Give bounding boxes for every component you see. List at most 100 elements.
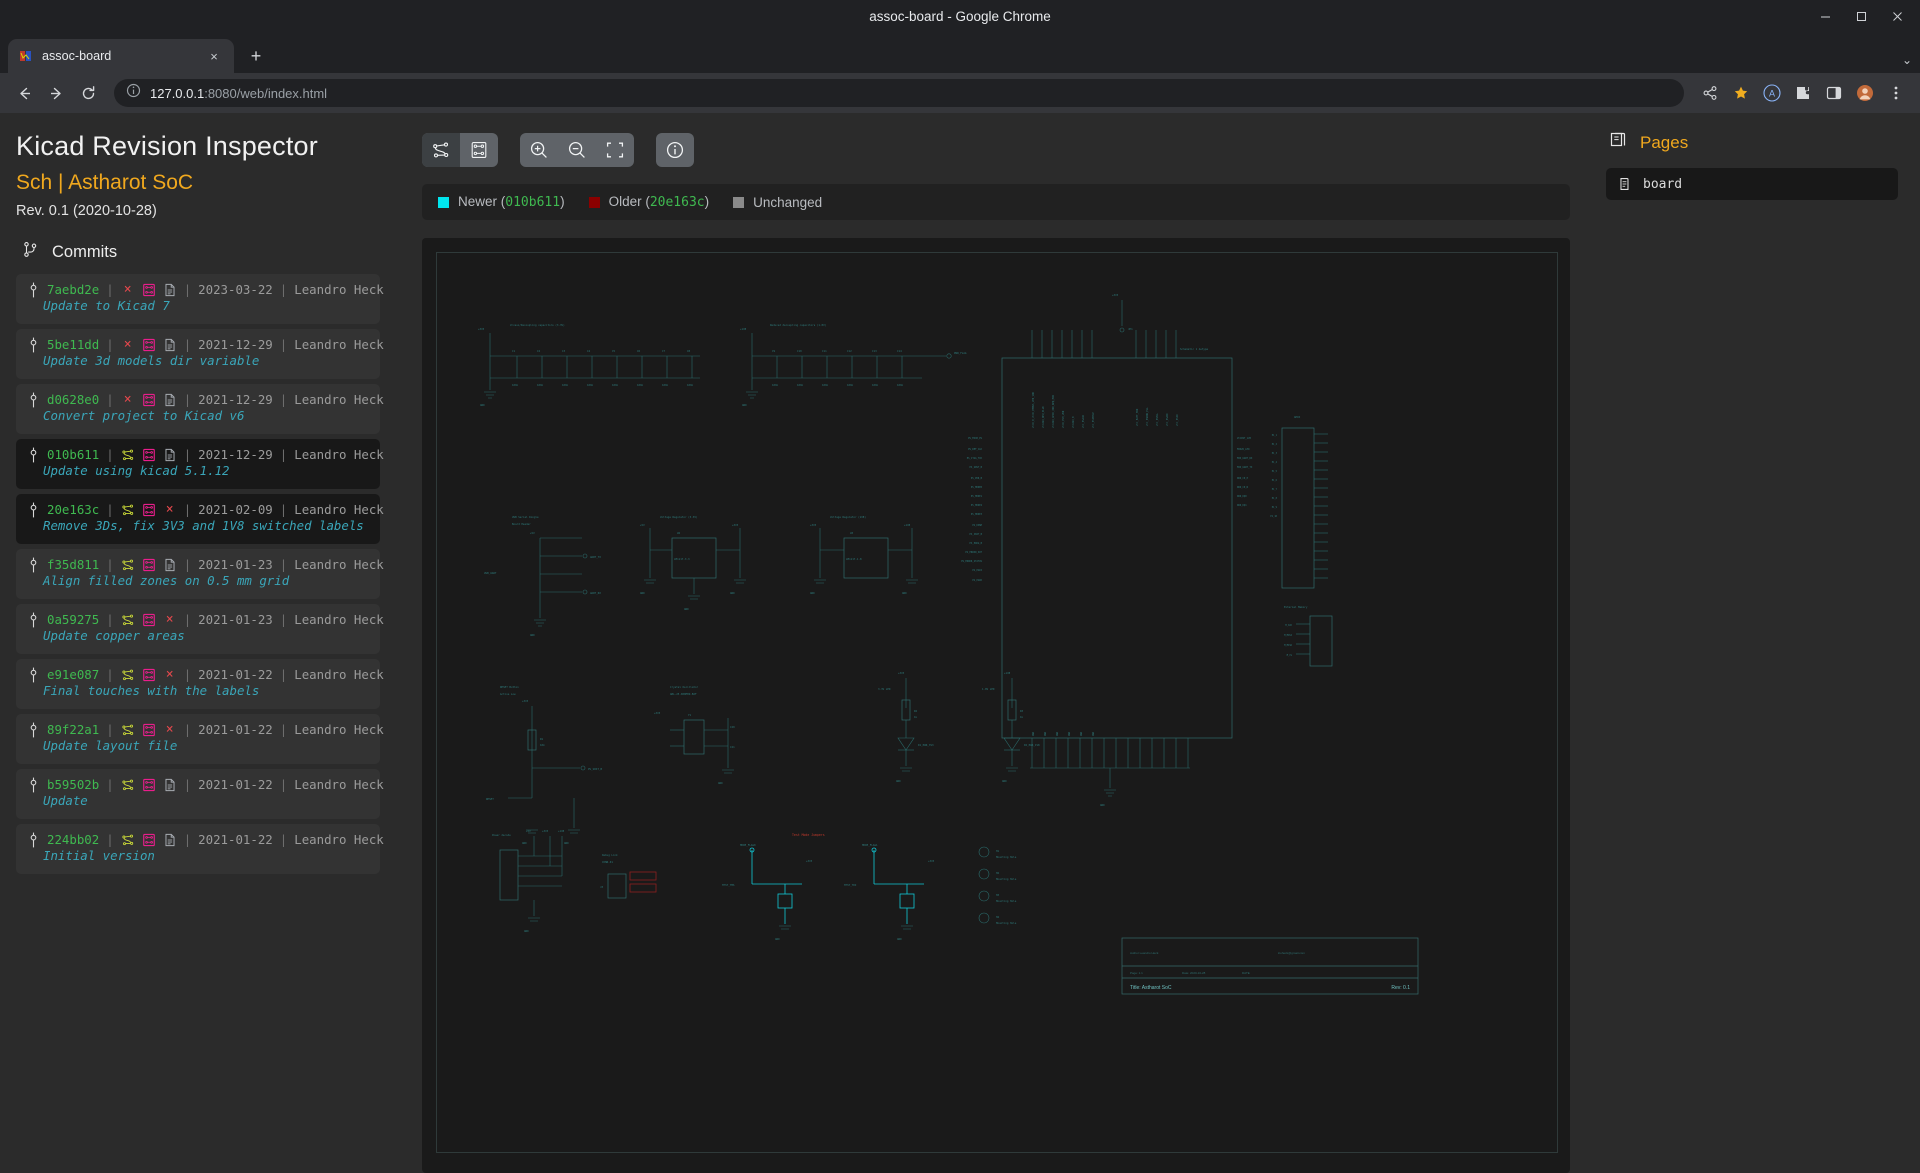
zoom-fit-button[interactable] bbox=[596, 133, 634, 167]
browser-tab[interactable]: assoc-board × bbox=[8, 39, 234, 73]
svg-text:100n: 100n bbox=[872, 383, 879, 387]
commit-hash: 5be11dd bbox=[47, 337, 99, 352]
commit-author: Leandro Heck bbox=[294, 722, 384, 737]
commit-doc-icon[interactable]: × bbox=[163, 613, 177, 627]
commit-doc-icon[interactable] bbox=[163, 833, 177, 847]
schematic-canvas[interactable]: Vccaux/Decoupling capacitors (3.3V) C1C2… bbox=[422, 238, 1570, 1173]
page-list-item[interactable]: board bbox=[1606, 168, 1898, 200]
commit-schematic-icon[interactable] bbox=[121, 833, 135, 847]
commit-doc-icon[interactable]: × bbox=[163, 668, 177, 682]
commit-item[interactable]: d0628e0|×|2021-12-29|Leandro HeckConvert… bbox=[16, 384, 380, 434]
commit-doc-icon[interactable] bbox=[163, 393, 177, 407]
side-panel-icon[interactable] bbox=[1820, 79, 1848, 107]
close-button[interactable] bbox=[1880, 3, 1914, 31]
commit-node-icon bbox=[26, 833, 40, 847]
title-block-paper: DATE bbox=[1242, 971, 1250, 975]
profile-a-icon[interactable]: A bbox=[1758, 79, 1786, 107]
legend-older-swatch bbox=[589, 197, 600, 208]
svg-text:PS_MODE3: PS_MODE3 bbox=[971, 513, 983, 516]
avatar-icon[interactable] bbox=[1851, 79, 1879, 107]
revision-label: Rev. 0.1 (2020-10-28) bbox=[16, 203, 380, 219]
commit-item[interactable]: 89f22a1|×|2021-01-22|Leandro HeckUpdate … bbox=[16, 714, 380, 764]
zoom-in-button[interactable] bbox=[520, 133, 558, 167]
back-icon[interactable] bbox=[10, 79, 38, 107]
commit-pcb-icon[interactable] bbox=[142, 393, 156, 407]
zoom-out-button[interactable] bbox=[558, 133, 596, 167]
schematic-drawing: Vccaux/Decoupling capacitors (3.3V) C1C2… bbox=[422, 238, 1532, 1028]
url-path: :8080/web/index.html bbox=[204, 86, 327, 101]
board-view-button[interactable] bbox=[460, 133, 498, 167]
separator: | bbox=[184, 502, 191, 517]
commit-schematic-icon[interactable] bbox=[121, 668, 135, 682]
minimize-button[interactable] bbox=[1808, 3, 1842, 31]
commit-item[interactable]: 224bb02||2021-01-22|Leandro HeckInitial … bbox=[16, 824, 380, 874]
commit-item[interactable]: e91e087|×|2021-01-22|Leandro HeckFinal t… bbox=[16, 659, 380, 709]
commit-pcb-icon[interactable] bbox=[142, 613, 156, 627]
commit-doc-icon[interactable] bbox=[163, 448, 177, 462]
bookmark-star-icon[interactable] bbox=[1727, 79, 1755, 107]
commit-pcb-icon[interactable] bbox=[142, 448, 156, 462]
commit-author: Leandro Heck bbox=[294, 502, 384, 517]
commit-pcb-icon[interactable] bbox=[142, 723, 156, 737]
commit-item[interactable]: 20e163c|×|2021-02-09|Leandro HeckRemove … bbox=[16, 494, 380, 544]
commit-schematic-icon[interactable] bbox=[121, 448, 135, 462]
commit-item[interactable]: 5be11dd|×|2021-12-29|Leandro HeckUpdate … bbox=[16, 329, 380, 379]
window-titlebar: assoc-board - Google Chrome bbox=[0, 0, 1920, 33]
commit-item[interactable]: 0a59275|×|2021-01-23|Leandro HeckUpdate … bbox=[16, 604, 380, 654]
commit-schematic-icon[interactable] bbox=[121, 778, 135, 792]
svg-text:VCCO_PSB_VDD: VCCO_PSB_VDD bbox=[1062, 410, 1065, 428]
commit-schematic-icon[interactable]: × bbox=[121, 393, 135, 407]
commit-pcb-icon[interactable] bbox=[142, 503, 156, 517]
commit-pcb-icon[interactable] bbox=[142, 283, 156, 297]
commit-schematic-icon[interactable]: × bbox=[121, 283, 135, 297]
schematic-view-button[interactable] bbox=[422, 133, 460, 167]
title-block-title: Title: Astharot SoC bbox=[1130, 985, 1172, 991]
commit-pcb-icon[interactable] bbox=[142, 833, 156, 847]
commit-doc-icon[interactable] bbox=[163, 778, 177, 792]
svg-text:GND: GND bbox=[1068, 731, 1071, 736]
commit-node-icon bbox=[26, 283, 40, 297]
extensions-icon[interactable] bbox=[1789, 79, 1817, 107]
info-button[interactable] bbox=[656, 133, 694, 167]
maximize-button[interactable] bbox=[1844, 3, 1878, 31]
tab-list-chevron-down-icon[interactable]: ⌄ bbox=[1902, 53, 1912, 67]
forward-icon[interactable] bbox=[42, 79, 70, 107]
commit-doc-icon[interactable]: × bbox=[163, 503, 177, 517]
svg-text:D1_PWR_3V3: D1_PWR_3V3 bbox=[918, 743, 934, 747]
menu-icon[interactable] bbox=[1882, 79, 1910, 107]
svg-text:100n: 100n bbox=[537, 383, 544, 387]
separator: | bbox=[184, 777, 191, 792]
reload-icon[interactable] bbox=[74, 79, 102, 107]
address-bar[interactable]: 127.0.0.1:8080/web/index.html bbox=[114, 79, 1684, 107]
share-icon[interactable] bbox=[1696, 79, 1724, 107]
commit-item[interactable]: f35d811||2021-01-23|Leandro HeckAlign fi… bbox=[16, 549, 380, 599]
commit-pcb-icon[interactable] bbox=[142, 778, 156, 792]
commit-pcb-icon[interactable] bbox=[142, 338, 156, 352]
tab-close-icon[interactable]: × bbox=[204, 46, 224, 66]
commit-doc-icon[interactable] bbox=[163, 558, 177, 572]
commit-schematic-icon[interactable] bbox=[121, 613, 135, 627]
commit-pcb-icon[interactable] bbox=[142, 558, 156, 572]
test-mode-jumpers: Test Mode Jumpers MODE_FLAG0 +3V3 TEST_T… bbox=[722, 833, 935, 941]
commit-pcb-icon[interactable] bbox=[142, 668, 156, 682]
commit-schematic-icon[interactable] bbox=[121, 503, 135, 517]
commit-schematic-icon[interactable]: × bbox=[121, 338, 135, 352]
new-tab-button[interactable]: + bbox=[242, 42, 270, 70]
svg-text:C3: C3 bbox=[562, 349, 566, 353]
commit-schematic-icon[interactable] bbox=[121, 558, 135, 572]
svg-text:C6: C6 bbox=[637, 349, 641, 353]
commit-item[interactable]: b59502b||2021-01-22|Leandro HeckUpdate bbox=[16, 769, 380, 819]
svg-text:M_SCK: M_SCK bbox=[1285, 624, 1292, 627]
commit-schematic-icon[interactable] bbox=[121, 723, 135, 737]
commit-item[interactable]: 7aebd2e|×|2023-03-22|Leandro HeckUpdate … bbox=[16, 274, 380, 324]
commit-doc-icon[interactable] bbox=[163, 283, 177, 297]
info-icon[interactable] bbox=[126, 83, 141, 103]
commit-doc-icon[interactable]: × bbox=[163, 723, 177, 737]
svg-text:PS_ERROR_OUT: PS_ERROR_OUT bbox=[965, 551, 982, 554]
svg-text:DDR_CK_N: DDR_CK_N bbox=[1237, 486, 1249, 489]
commit-item[interactable]: 010b611||2021-12-29|Leandro HeckUpdate u… bbox=[16, 439, 380, 489]
svg-text:MIO_UART_TX: MIO_UART_TX bbox=[1237, 466, 1253, 469]
svg-text:Y1: Y1 bbox=[688, 713, 692, 717]
separator: | bbox=[106, 832, 113, 847]
commit-doc-icon[interactable] bbox=[163, 338, 177, 352]
